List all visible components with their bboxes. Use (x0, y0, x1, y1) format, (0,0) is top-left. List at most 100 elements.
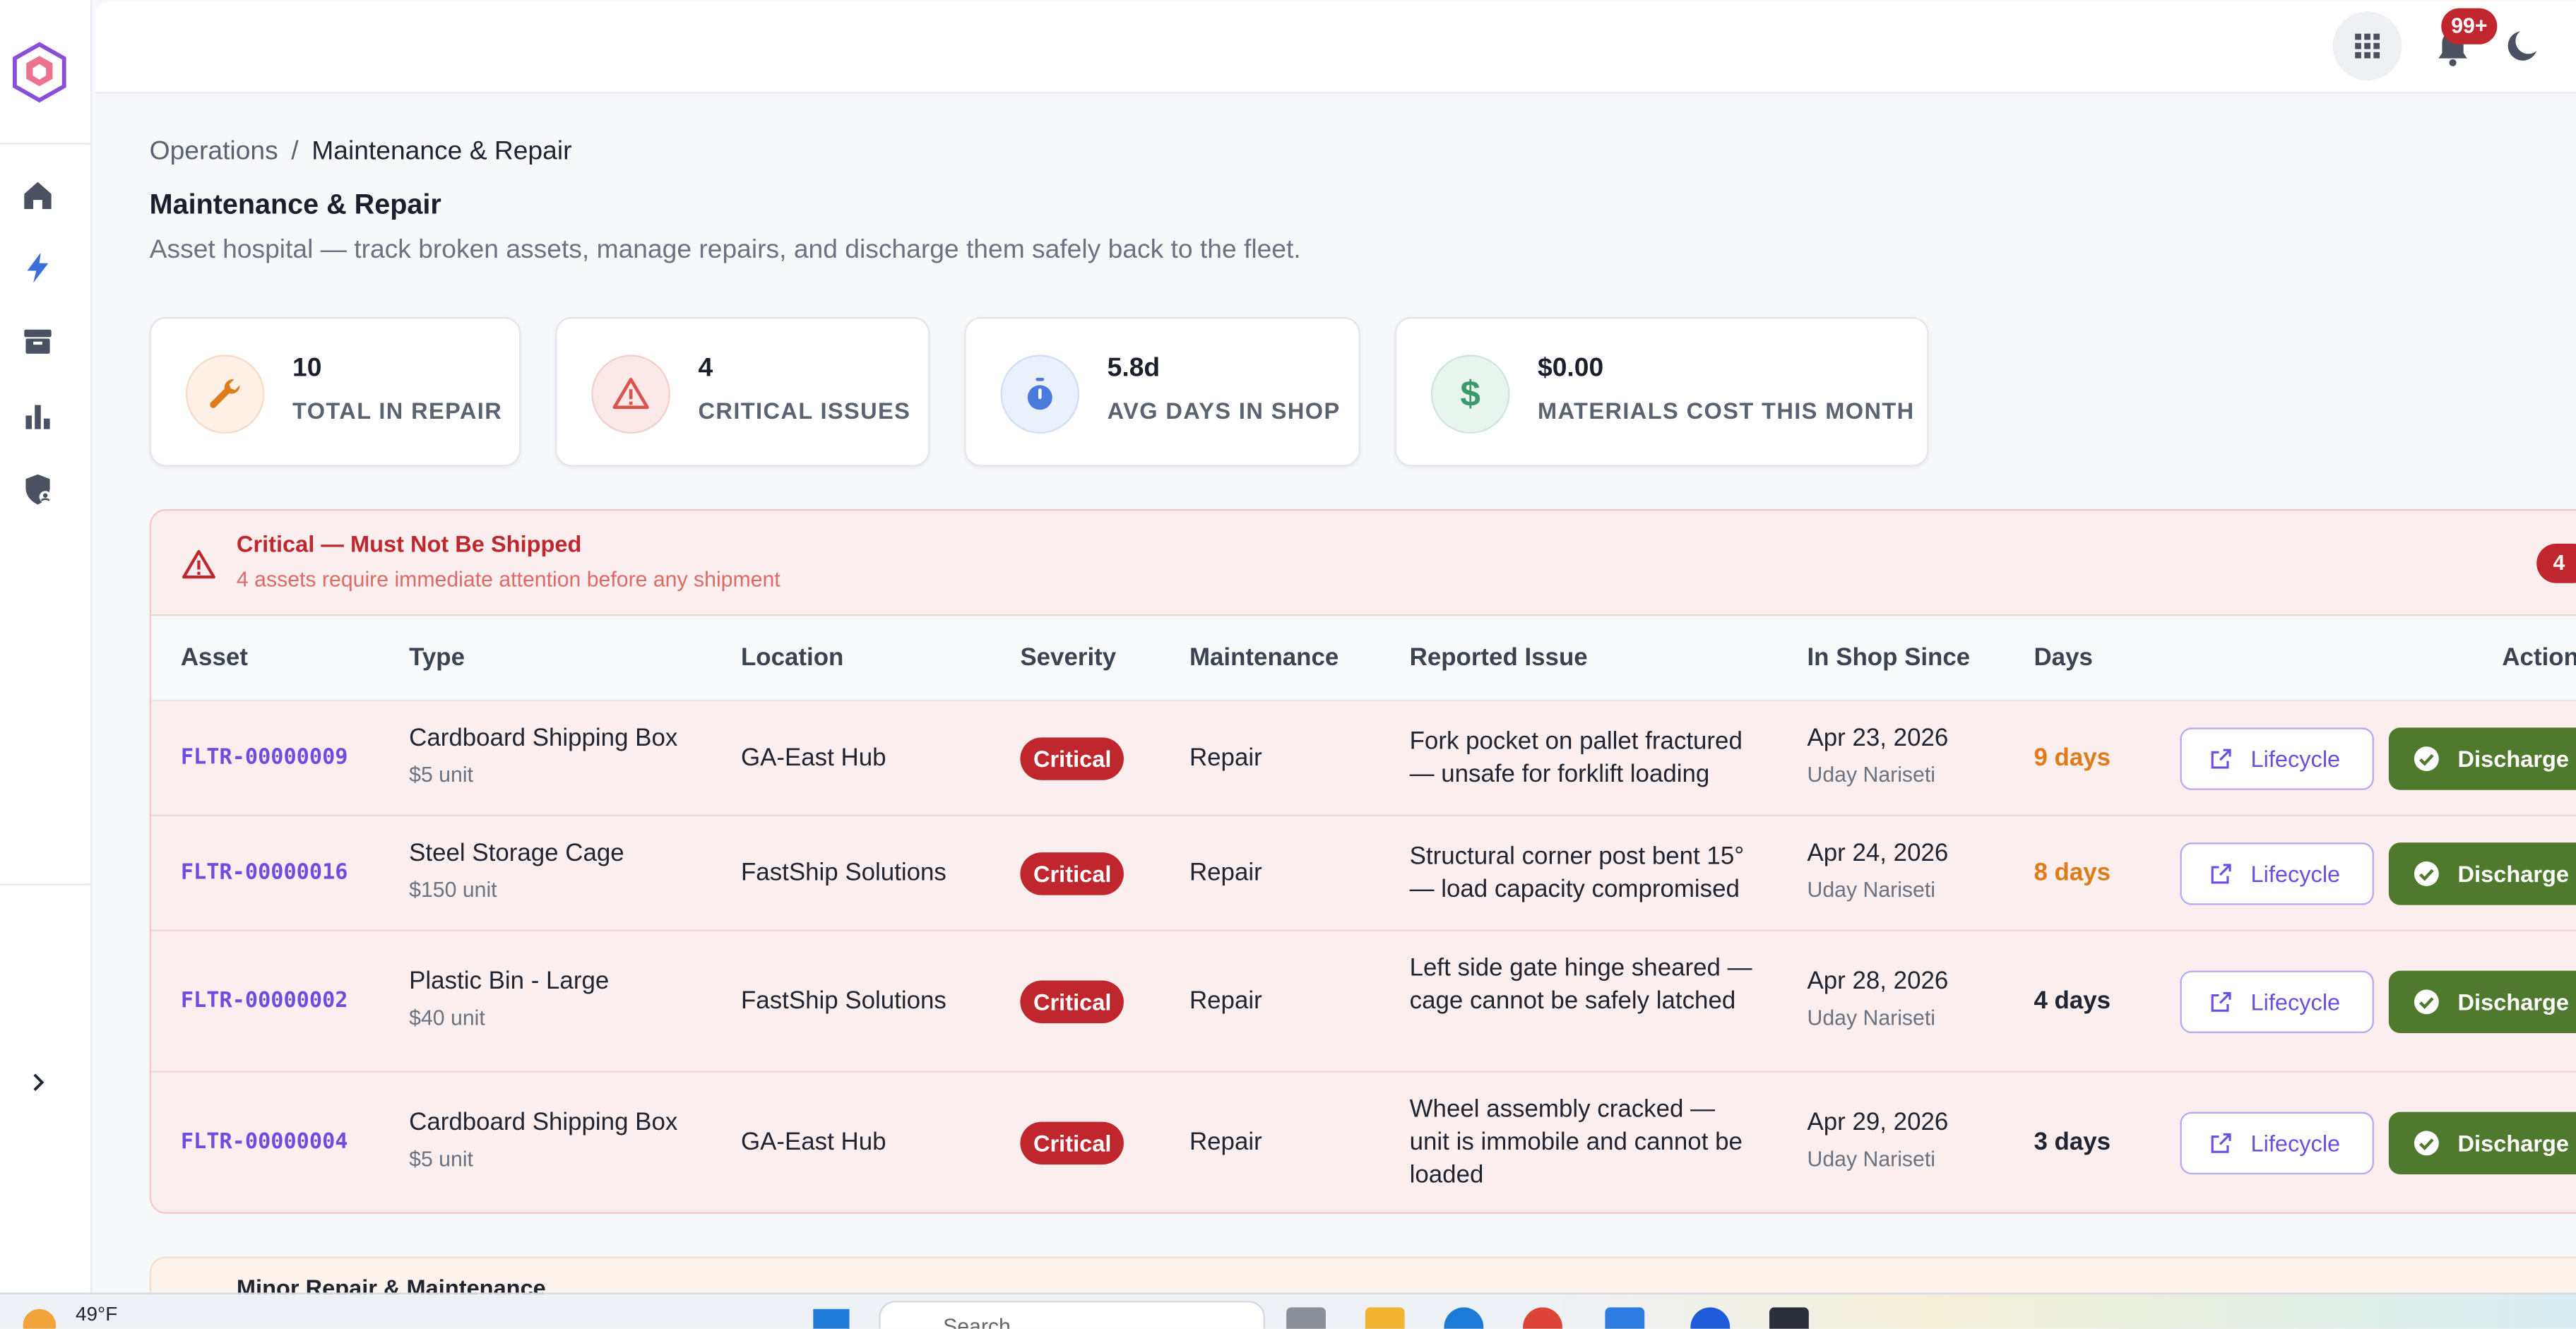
critical-panel-title: Critical — Must Not Be Shipped (236, 530, 582, 557)
breadcrumb: Operations / Maintenance & Repair (150, 138, 572, 167)
discharge-button[interactable]: Discharge (2388, 727, 2576, 790)
chrome-browser-icon[interactable] (1523, 1307, 1562, 1329)
windows-start-icon[interactable] (813, 1309, 850, 1329)
column-header-reported-issue[interactable]: Reported Issue (1410, 644, 1588, 672)
days-in-shop: 8 days (2034, 859, 2111, 887)
discharge-button[interactable]: Discharge (2388, 970, 2576, 1033)
discharge-label: Discharge (2457, 860, 2570, 887)
reported-issue: Wheel assembly cracked — unit is immobil… (1409, 1095, 1743, 1189)
asset-type: Steel Storage Cage (409, 839, 624, 868)
discharge-label: Discharge (2457, 1130, 2570, 1157)
lifecycle-label: Lifecycle (2250, 989, 2341, 1015)
wrench-icon (185, 354, 265, 434)
external-link-icon (2211, 1133, 2231, 1153)
asset-id-link[interactable]: FLTR-00000009 (181, 746, 348, 770)
stat-value: $0.00 (1538, 354, 1604, 383)
lifecycle-label: Lifecycle (2250, 1130, 2341, 1157)
apps-grid-icon[interactable] (2332, 11, 2402, 81)
moon-icon[interactable] (2504, 26, 2546, 68)
in-shop-date: Apr 29, 2026 (1807, 1108, 1949, 1137)
discharge-label: Discharge (2457, 745, 2570, 773)
breadcrumb-parent-link[interactable]: Operations (150, 138, 278, 166)
asset-unit-cost: $5 unit (409, 762, 473, 787)
task-view-icon[interactable] (1286, 1307, 1326, 1329)
discharge-button[interactable]: Discharge (2388, 842, 2576, 905)
discharge-label: Discharge (2457, 989, 2570, 1015)
home-icon[interactable] (16, 174, 59, 217)
table-row[interactable]: FLTR-00000004 Cardboard Shipping Box $5 … (150, 1072, 2576, 1212)
days-in-shop: 9 days (2034, 744, 2111, 773)
sidebar-divider (0, 883, 93, 886)
stat-card-critical-issues: 4 Critical Issues (555, 316, 930, 467)
column-header-maintenance[interactable]: Maintenance (1189, 644, 1339, 672)
asset-location: GA-East Hub (740, 744, 886, 773)
discharge-button[interactable]: Discharge (2388, 1112, 2576, 1175)
table-row[interactable]: FLTR-00000009 Cardboard Shipping Box $5 … (150, 701, 2576, 816)
lifecycle-button[interactable]: Lifecycle (2180, 1112, 2374, 1175)
stat-card-total-in-repair: 10 Total in Repair (149, 316, 521, 467)
column-header-days[interactable]: Days (2034, 644, 2092, 672)
check-circle-icon (2414, 746, 2439, 772)
stat-label: Total in Repair (292, 397, 503, 424)
column-header-type[interactable]: Type (409, 644, 465, 672)
asset-type: Cardboard Shipping Box (409, 1108, 678, 1137)
days-in-shop: 4 days (2034, 987, 2111, 1015)
asset-id-link[interactable]: FLTR-00000004 (181, 1130, 348, 1155)
reported-by: Uday Nariseti (1807, 1146, 1935, 1172)
weather-temperature[interactable]: 49°F (76, 1302, 117, 1325)
table-row[interactable]: FLTR-00000016 Steel Storage Cage $150 un… (150, 816, 2576, 931)
check-circle-icon (2414, 1131, 2439, 1156)
asset-type: Cardboard Shipping Box (409, 724, 678, 753)
column-header-location[interactable]: Location (741, 644, 843, 672)
taskbar-search-placeholder: Search (943, 1313, 1011, 1329)
shield-user-icon[interactable] (16, 468, 59, 511)
app-logo[interactable] (6, 40, 72, 105)
column-header-asset[interactable]: Asset (181, 644, 248, 672)
critical-panel-header: Critical — Must Not Be Shipped 4 assets … (150, 511, 2576, 616)
column-header-in-shop-since[interactable]: In Shop Since (1807, 644, 1970, 672)
taskbar-search-box[interactable] (879, 1301, 1265, 1329)
notepad-icon[interactable] (1605, 1307, 1645, 1329)
file-explorer-icon[interactable] (1365, 1307, 1405, 1329)
reported-issue: Structural corner post bent 15° — load c… (1409, 842, 1745, 904)
in-shop-date: Apr 23, 2026 (1807, 724, 1949, 753)
sidebar-divider (0, 143, 93, 145)
page-subtitle: Asset hospital — track broken assets, ma… (149, 236, 1301, 265)
check-circle-icon (2414, 989, 2439, 1015)
column-header-actions: Actions (2502, 643, 2576, 672)
asset-location: FastShip Solutions (740, 987, 946, 1015)
asset-location: FastShip Solutions (740, 859, 946, 887)
weather-sun-icon[interactable] (23, 1309, 57, 1329)
bar-chart-icon[interactable] (16, 394, 59, 436)
external-link-icon (2211, 749, 2231, 769)
check-circle-icon (2414, 861, 2439, 886)
asset-id-link[interactable]: FLTR-00000016 (181, 861, 348, 886)
archive-icon[interactable] (16, 321, 59, 363)
lifecycle-button[interactable]: Lifecycle (2180, 970, 2374, 1033)
table-row[interactable]: FLTR-00000002 Plastic Bin - Large $40 un… (150, 931, 2576, 1073)
stat-card-materials-cost: $ $0.00 Materials Cost This Month (1394, 316, 1929, 467)
lightning-icon[interactable] (16, 246, 59, 289)
asset-location: GA-East Hub (740, 1128, 886, 1157)
asset-unit-cost: $150 unit (409, 877, 497, 902)
column-header-severity[interactable]: Severity (1020, 644, 1116, 672)
lifecycle-button[interactable]: Lifecycle (2180, 727, 2374, 790)
asset-id-link[interactable]: FLTR-00000002 (181, 989, 348, 1013)
app-launcher-icon[interactable] (1769, 1307, 1809, 1329)
asset-unit-cost: $40 unit (409, 1005, 485, 1030)
zoom-app-icon[interactable] (1690, 1307, 1731, 1329)
in-shop-date: Apr 24, 2026 (1807, 839, 1949, 868)
lifecycle-button[interactable]: Lifecycle (2180, 842, 2374, 905)
reported-by: Uday Nariseti (1807, 1005, 1935, 1030)
stat-value: 5.8d (1107, 354, 1161, 383)
maintenance-type: Repair (1189, 744, 1262, 773)
sidebar (0, 0, 93, 1293)
edge-browser-icon[interactable] (1444, 1307, 1484, 1329)
days-in-shop: 3 days (2034, 1128, 2111, 1157)
maintenance-type: Repair (1189, 1128, 1262, 1157)
stat-value: 10 (292, 354, 322, 383)
warning-triangle-icon (591, 354, 670, 434)
external-link-icon (2211, 864, 2231, 884)
chevron-right-icon[interactable] (20, 1064, 56, 1100)
critical-count-badge: 4 (2536, 543, 2576, 583)
